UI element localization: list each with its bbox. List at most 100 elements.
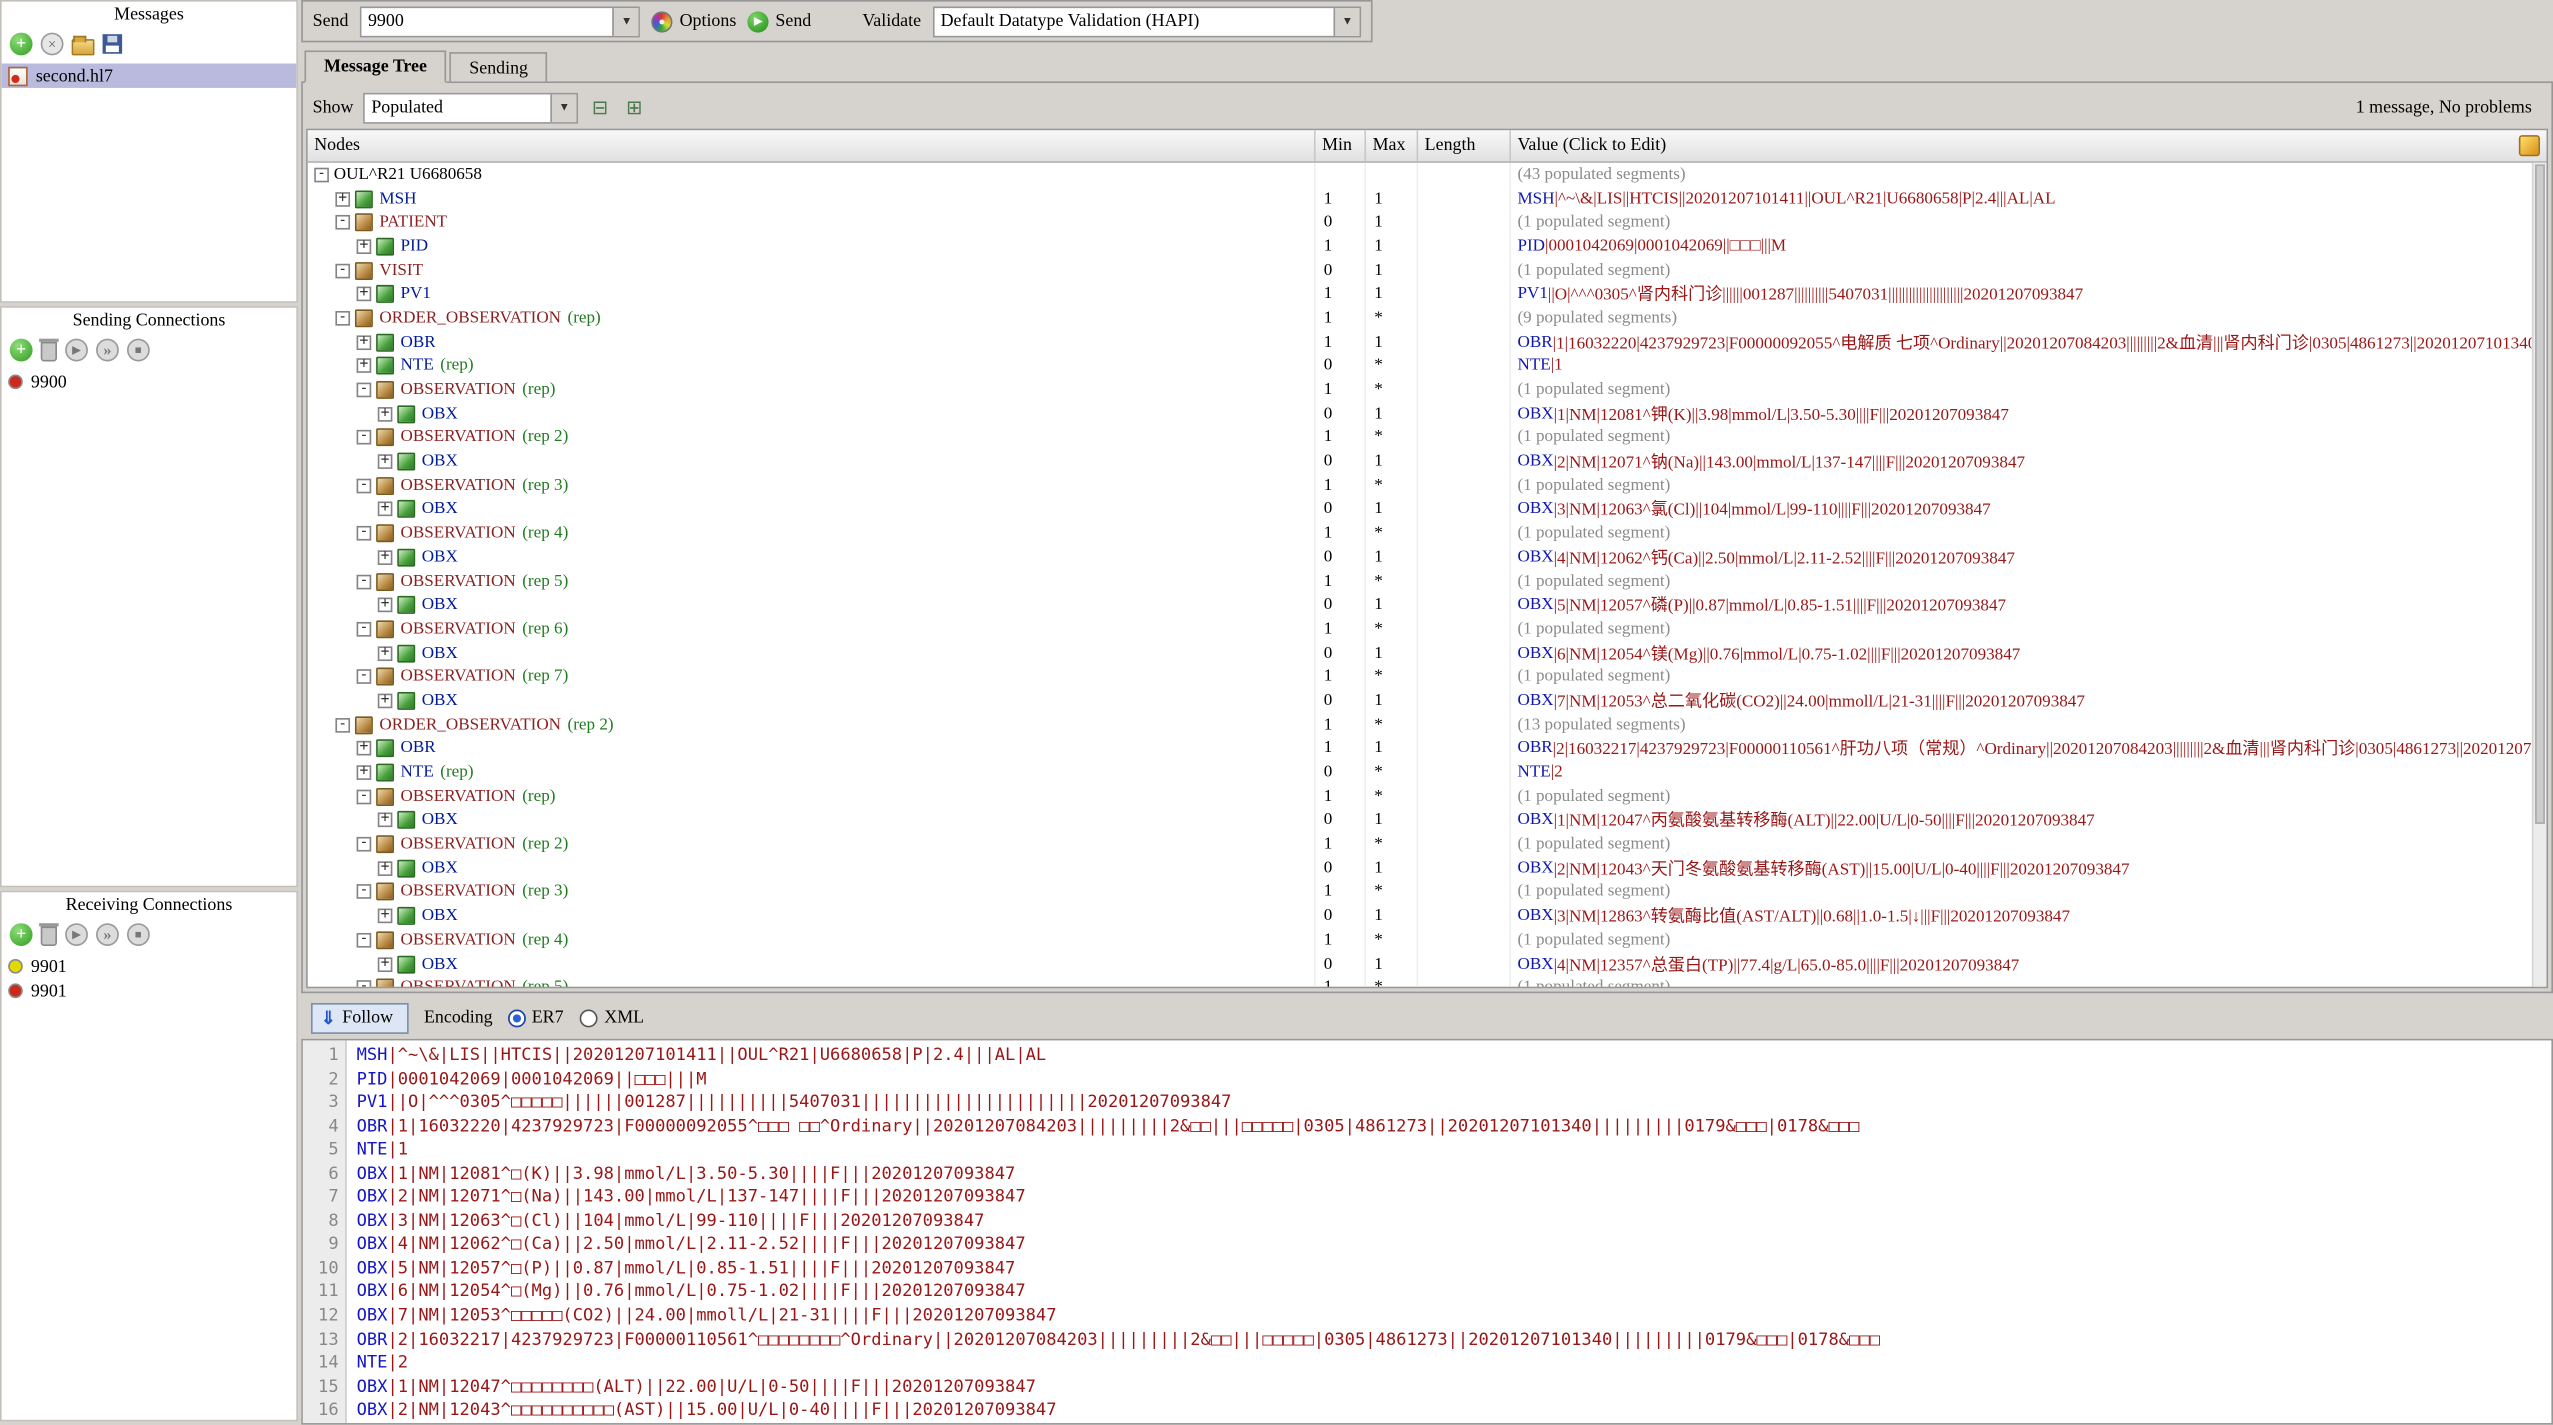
encoding-radio-xml[interactable]: XML xyxy=(580,1008,644,1028)
column-header[interactable]: Nodes xyxy=(308,130,1316,161)
expand-all-icon[interactable]: ⊞ xyxy=(622,95,646,119)
value-cell[interactable]: (1 populated segment) xyxy=(1511,665,2547,689)
tree-row[interactable]: +PID11PID|0001042069|0001042069||□□□|||M xyxy=(308,235,2547,259)
column-header[interactable]: Max xyxy=(1366,130,1418,161)
value-cell[interactable]: OBR|2|16032217|4237929723|F00000110561^肝… xyxy=(1511,737,2547,761)
show-combo[interactable]: Populated ▼ xyxy=(363,92,578,123)
tree-row[interactable]: -PATIENT01(1 populated segment) xyxy=(308,211,2547,235)
tab-sending[interactable]: Sending xyxy=(450,52,548,81)
tab-message-tree[interactable]: Message Tree xyxy=(304,50,446,83)
value-cell[interactable]: OBX|6|NM|12054^镁(Mg)||0.76|mmol/L|0.75-1… xyxy=(1511,641,2547,665)
expand-toggle-icon[interactable]: + xyxy=(357,335,372,350)
add-receiving-connection-icon[interactable] xyxy=(10,923,33,946)
value-cell[interactable]: OBX|1|NM|12047^丙氨酸氨基转移酶(ALT)||22.00|U/L|… xyxy=(1511,809,2547,833)
tree-row[interactable]: +PV111PV1||O|^^^0305^肾内科门诊||||||001287||… xyxy=(308,282,2547,306)
value-cell[interactable]: (1 populated segment) xyxy=(1511,522,2547,546)
tree-row[interactable]: +OBX01OBX|5|NM|12057^磷(P)||0.87|mmol/L|0… xyxy=(308,593,2547,617)
collapse-toggle-icon[interactable]: - xyxy=(357,574,372,589)
value-cell[interactable]: (1 populated segment) xyxy=(1511,258,2547,282)
column-header[interactable]: Min xyxy=(1316,130,1366,161)
value-cell[interactable]: OBX|2|NM|12043^天门冬氨酸氨基转移酶(AST)||15.00|U/… xyxy=(1511,856,2547,880)
value-cell[interactable]: (1 populated segment) xyxy=(1511,474,2547,498)
collapse-toggle-icon[interactable]: - xyxy=(335,717,350,732)
tree-row[interactable]: +OBX01OBX|1|NM|12047^丙氨酸氨基转移酶(ALT)||22.0… xyxy=(308,809,2547,833)
list-item[interactable]: second.hl7 xyxy=(2,63,297,87)
encoding-radio-er7[interactable]: ER7 xyxy=(507,1008,563,1028)
tree-row[interactable]: -OBSERVATION(rep 4)1*(1 populated segmen… xyxy=(308,522,2547,546)
tree-row[interactable]: -OBSERVATION(rep 3)1*(1 populated segmen… xyxy=(308,474,2547,498)
expand-toggle-icon[interactable]: + xyxy=(357,287,372,302)
tree-row[interactable]: +OBX01OBX|4|NM|12357^总蛋白(TP)||77.4|g/L|6… xyxy=(308,952,2547,976)
tree-row[interactable]: -OUL^R21 U6680658(43 populated segments) xyxy=(308,163,2547,187)
expand-toggle-icon[interactable]: + xyxy=(378,598,393,613)
tree-row[interactable]: -OBSERVATION(rep 3)1*(1 populated segmen… xyxy=(308,880,2547,904)
tree-row[interactable]: +OBX01OBX|1|NM|12081^钾(K)||3.98|mmol/L|3… xyxy=(308,402,2547,426)
edit-values-icon[interactable] xyxy=(2519,135,2540,156)
tree-row[interactable]: +OBX01OBX|6|NM|12054^镁(Mg)||0.76|mmol/L|… xyxy=(308,641,2547,665)
tree-row[interactable]: +OBX01OBX|7|NM|12053^总二氧化碳(CO2)||24.00|m… xyxy=(308,689,2547,713)
expand-toggle-icon[interactable]: + xyxy=(378,813,393,828)
tree-row[interactable]: -OBSERVATION(rep 7)1*(1 populated segmen… xyxy=(308,665,2547,689)
tree-row[interactable]: -ORDER_OBSERVATION(rep)1*(9 populated se… xyxy=(308,306,2547,330)
list-item[interactable]: 9901 xyxy=(2,979,297,1003)
value-cell[interactable]: OBX|1|NM|12081^钾(K)||3.98|mmol/L|3.50-5.… xyxy=(1511,402,2547,426)
validate-combo[interactable]: Default Datatype Validation (HAPI) ▼ xyxy=(932,6,1361,37)
tree-row[interactable]: +OBX01OBX|3|NM|12863^转氨酶比值(AST/ALT)||0.6… xyxy=(308,904,2547,928)
tree-row[interactable]: +NTE(rep)0*NTE|1 xyxy=(308,354,2547,378)
value-cell[interactable]: OBX|5|NM|12057^磷(P)||0.87|mmol/L|0.85-1.… xyxy=(1511,593,2547,617)
expand-toggle-icon[interactable]: + xyxy=(378,694,393,709)
tree-row[interactable]: -OBSERVATION(rep 2)1*(1 populated segmen… xyxy=(308,426,2547,450)
scrollbar-thumb[interactable] xyxy=(2535,164,2545,823)
collapse-toggle-icon[interactable]: - xyxy=(357,885,372,900)
value-cell[interactable]: (9 populated segments) xyxy=(1511,306,2547,330)
value-cell[interactable]: PID|0001042069|0001042069||□□□|||M xyxy=(1511,235,2547,259)
tree-row[interactable]: -OBSERVATION(rep 5)1*(1 populated segmen… xyxy=(308,976,2547,987)
value-cell[interactable]: (13 populated segments) xyxy=(1511,713,2547,737)
collapse-toggle-icon[interactable]: - xyxy=(357,670,372,685)
delete-receiving-connection-icon[interactable] xyxy=(41,926,57,946)
tree-row[interactable]: +OBR11OBR|1|16032220|4237929723|F0000009… xyxy=(308,330,2547,354)
value-cell[interactable]: (43 populated segments) xyxy=(1511,163,2547,187)
tree-row[interactable]: +OBX01OBX|2|NM|12071^钠(Na)||143.00|mmol/… xyxy=(308,450,2547,474)
start-all-connections-icon[interactable] xyxy=(96,339,119,362)
new-message-icon[interactable] xyxy=(10,33,33,56)
expand-toggle-icon[interactable]: + xyxy=(357,741,372,756)
start-all-receiving-icon[interactable] xyxy=(96,923,119,946)
collapse-toggle-icon[interactable]: - xyxy=(357,933,372,948)
expand-toggle-icon[interactable]: + xyxy=(378,646,393,661)
value-cell[interactable]: NTE|2 xyxy=(1511,761,2547,785)
tree-row[interactable]: -ORDER_OBSERVATION(rep 2)1*(13 populated… xyxy=(308,713,2547,737)
collapse-toggle-icon[interactable]: - xyxy=(357,789,372,804)
value-cell[interactable]: OBX|4|NM|12062^钙(Ca)||2.50|mmol/L|2.11-2… xyxy=(1511,545,2547,569)
value-cell[interactable]: MSH|^~\&|LIS||HTCIS||20201207101411||OUL… xyxy=(1511,187,2547,211)
tree-row[interactable]: +MSH11MSH|^~\&|LIS||HTCIS||2020120710141… xyxy=(308,187,2547,211)
expand-toggle-icon[interactable]: + xyxy=(357,359,372,374)
collapse-toggle-icon[interactable]: - xyxy=(335,215,350,230)
collapse-toggle-icon[interactable]: - xyxy=(357,431,372,446)
options-button[interactable]: Options xyxy=(652,11,736,32)
expand-toggle-icon[interactable]: + xyxy=(378,861,393,876)
expand-toggle-icon[interactable]: + xyxy=(378,550,393,565)
expand-toggle-icon[interactable]: + xyxy=(378,407,393,422)
value-cell[interactable]: (1 populated segment) xyxy=(1511,880,2547,904)
list-item[interactable]: 9901 xyxy=(2,954,297,978)
value-cell[interactable]: (1 populated segment) xyxy=(1511,569,2547,593)
tree-row[interactable]: +OBX01OBX|2|NM|12043^天门冬氨酸氨基转移酶(AST)||15… xyxy=(308,856,2547,880)
collapse-toggle-icon[interactable]: - xyxy=(314,167,329,182)
collapse-toggle-icon[interactable]: - xyxy=(335,311,350,326)
collapse-toggle-icon[interactable]: - xyxy=(357,383,372,398)
tree-row[interactable]: -OBSERVATION(rep 5)1*(1 populated segmen… xyxy=(308,569,2547,593)
value-cell[interactable]: OBX|2|NM|12071^钠(Na)||143.00|mmol/L|137-… xyxy=(1511,450,2547,474)
stop-receiving-connection-icon[interactable] xyxy=(127,923,150,946)
value-cell[interactable]: OBX|3|NM|12863^转氨酶比值(AST/ALT)||0.68||1.0… xyxy=(1511,904,2547,928)
save-icon[interactable] xyxy=(103,34,123,54)
delete-connection-icon[interactable] xyxy=(41,341,57,361)
expand-toggle-icon[interactable]: + xyxy=(335,191,350,206)
tree-row[interactable]: +NTE(rep)0*NTE|2 xyxy=(308,761,2547,785)
value-cell[interactable]: OBR|1|16032220|4237929723|F00000092055^电… xyxy=(1511,330,2547,354)
start-receiving-connection-icon[interactable] xyxy=(65,923,88,946)
collapse-toggle-icon[interactable]: - xyxy=(357,478,372,493)
tree-row[interactable]: +OBX01OBX|3|NM|12063^氯(Cl)||104|mmol/L|9… xyxy=(308,498,2547,522)
value-cell[interactable]: PV1||O|^^^0305^肾内科门诊||||||001287||||||||… xyxy=(1511,282,2547,306)
list-item[interactable]: 9900 xyxy=(2,370,297,394)
